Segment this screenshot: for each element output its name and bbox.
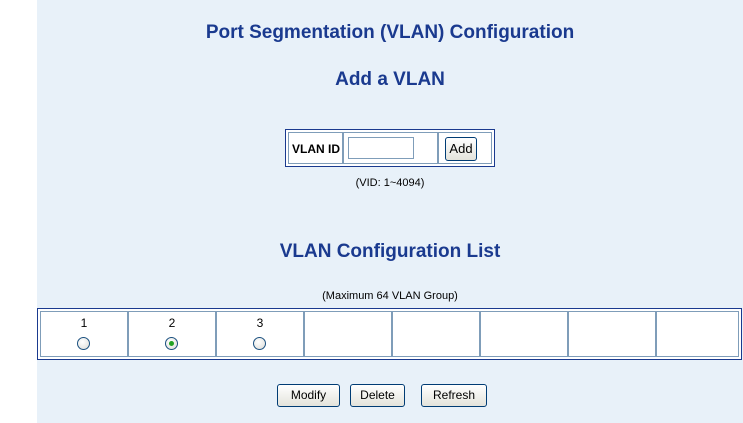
vlan-group-number: 2	[168, 316, 176, 330]
vlan-id-label-cell: VLAN ID	[288, 132, 343, 164]
vlan-cell	[568, 311, 656, 357]
vlan-group-number: 3	[256, 316, 264, 330]
vlan-radio[interactable]	[253, 337, 266, 350]
vid-range-hint: (VID: 1~4094)	[355, 177, 425, 189]
vlan-cell	[656, 311, 739, 357]
add-vlan-form: VLAN ID Add	[285, 129, 495, 167]
refresh-button[interactable]: Refresh	[421, 384, 487, 407]
add-button[interactable]: Add	[445, 137, 477, 161]
vlan-cell: 1	[40, 311, 128, 357]
max-vlan-hint: (Maximum 64 VLAN Group)	[322, 290, 458, 302]
config-panel: Port Segmentation (VLAN) Configuration A…	[37, 0, 743, 423]
vlan-cell: 3	[216, 311, 304, 357]
vlan-radio-selected[interactable]	[165, 337, 178, 350]
vlan-radio[interactable]	[77, 337, 90, 350]
vlan-id-input[interactable]	[348, 137, 414, 159]
vlan-cell: 2	[128, 311, 216, 357]
vlan-list-heading: VLAN Configuration List	[279, 241, 501, 262]
vlan-configuration-list: 1 2 3	[37, 308, 742, 360]
vlan-id-label: VLAN ID	[292, 142, 340, 156]
add-vlan-heading: Add a VLAN	[335, 69, 445, 90]
vlan-id-input-cell	[343, 132, 438, 164]
vlan-cell	[392, 311, 480, 357]
delete-button[interactable]: Delete	[350, 384, 405, 407]
page-title: Port Segmentation (VLAN) Configuration	[205, 22, 575, 43]
vlan-cell	[304, 311, 392, 357]
vlan-group-number: 1	[80, 316, 88, 330]
vlan-cell	[480, 311, 568, 357]
radio-dot-icon	[169, 341, 174, 346]
add-button-cell: Add	[438, 132, 492, 164]
modify-button[interactable]: Modify	[277, 384, 340, 407]
